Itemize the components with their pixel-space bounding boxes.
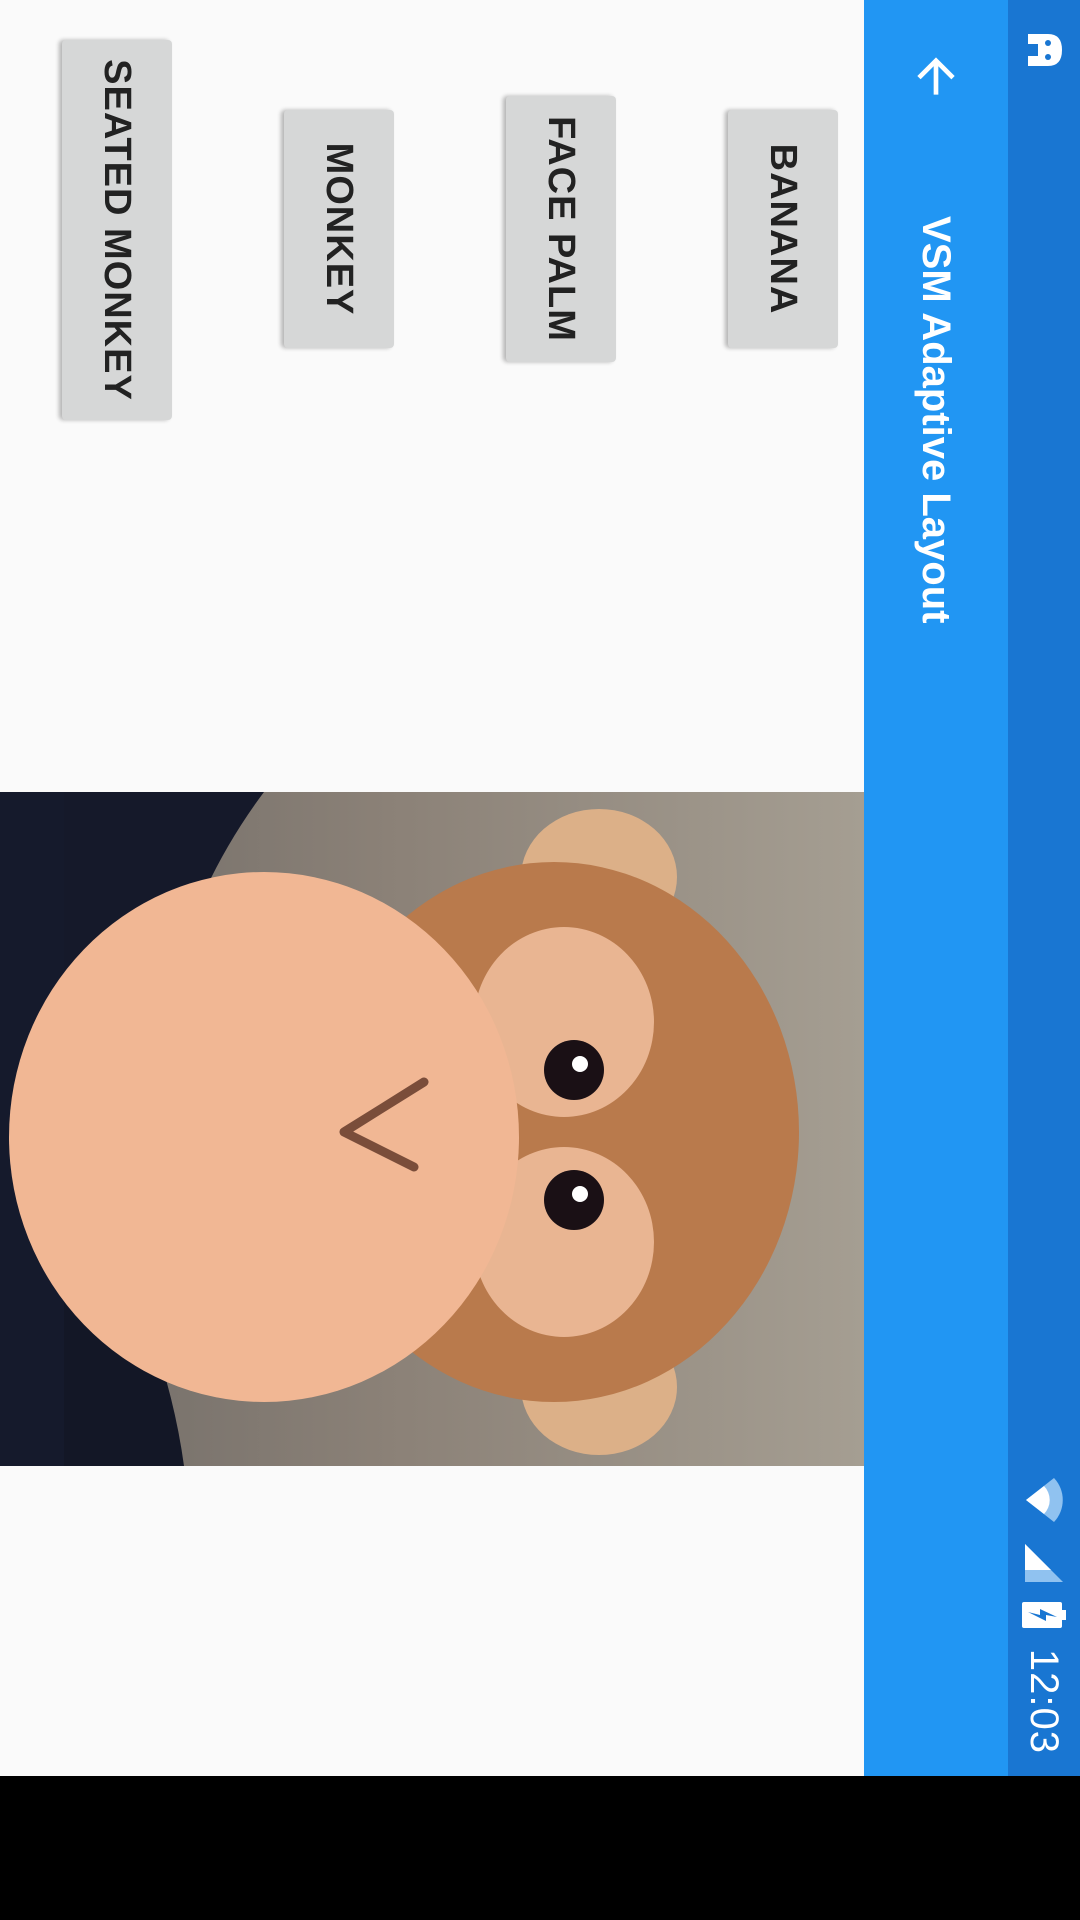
app-title: VSM Adaptive Layout (914, 216, 958, 624)
back-button[interactable] (900, 40, 972, 112)
monkey-button[interactable]: MONKEY (284, 110, 394, 348)
arrow-back-icon (917, 57, 955, 95)
screen: 12:03 VSM Adaptive Layout BANANA FACE PA… (0, 0, 1080, 1776)
wifi-icon (1026, 1478, 1063, 1522)
android-debug-icon (1028, 34, 1062, 66)
face-palm-button[interactable]: FACE PALM (506, 96, 616, 362)
status-time: 12:03 (1022, 1648, 1066, 1754)
signal-icon (1025, 1544, 1063, 1582)
monkey-image (0, 792, 864, 1466)
battery-charging-icon (1022, 1602, 1066, 1628)
app-bar: VSM Adaptive Layout (864, 0, 1008, 1776)
banana-button[interactable]: BANANA (728, 110, 838, 348)
status-bar: 12:03 (1008, 0, 1080, 1776)
seated-monkey-button[interactable]: SEATED MONKEY (62, 40, 172, 420)
